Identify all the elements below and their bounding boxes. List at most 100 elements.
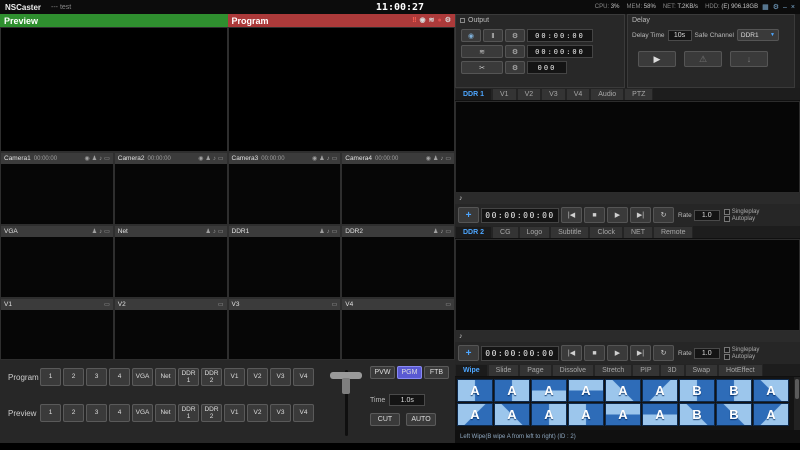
source-tab-v3[interactable]: V3: [541, 88, 566, 100]
preview-bus-button-v4[interactable]: V4: [293, 404, 314, 422]
effect-thumb-15[interactable]: A: [642, 403, 678, 426]
preview-bus-button-vga[interactable]: VGA: [132, 404, 153, 422]
program-bus-button-v3[interactable]: V3: [270, 368, 291, 386]
ftb-button[interactable]: FTB: [424, 366, 449, 379]
preview-bus-button-2[interactable]: 2: [63, 404, 84, 422]
preview-bus-button-4[interactable]: 4: [109, 404, 130, 422]
overlay-tab-remote[interactable]: Remote: [653, 226, 694, 238]
delay-warning-button[interactable]: ⚠: [684, 51, 722, 67]
effect-thumb-9[interactable]: A: [753, 379, 789, 402]
record-button[interactable]: ◉: [461, 29, 481, 42]
singleplay-checkbox[interactable]: Singleplay: [724, 347, 760, 353]
program-bus-button-v1[interactable]: V1: [224, 368, 245, 386]
program-bus-button-vga[interactable]: VGA: [132, 368, 153, 386]
monitor-cell-camera2[interactable]: Camera200:00:00◉♟♪▭: [114, 152, 228, 225]
program-bus-button-4[interactable]: 4: [109, 368, 130, 386]
effect-thumb-3[interactable]: A: [531, 379, 567, 402]
effect-tab-swap[interactable]: Swap: [685, 364, 719, 376]
rate-field[interactable]: 1.0: [694, 348, 720, 359]
signal-icon[interactable]: ◉: [420, 17, 426, 24]
autoplay-checkbox[interactable]: Autoplay: [724, 216, 760, 222]
program-bus-button-3[interactable]: 3: [86, 368, 107, 386]
play-button[interactable]: ▶: [607, 207, 628, 223]
play-button[interactable]: ▶: [607, 345, 628, 361]
program-bus-button-v4[interactable]: V4: [293, 368, 314, 386]
monitor-cell-net[interactable]: Net♟♪▭: [114, 225, 228, 298]
effect-tab-hoteffect[interactable]: HotEffect: [718, 364, 763, 376]
effect-tab-pip[interactable]: PIP: [632, 364, 659, 376]
pause-button[interactable]: Ⅱ: [483, 29, 503, 42]
effect-thumb-17[interactable]: B: [716, 403, 752, 426]
effect-tab-dissolve[interactable]: Dissolve: [552, 364, 594, 376]
effect-thumb-2[interactable]: A: [494, 379, 530, 402]
stream-settings-button[interactable]: ⚙: [505, 45, 525, 58]
effects-scrollbar[interactable]: [794, 377, 800, 430]
rate-field[interactable]: 1.0: [694, 210, 720, 221]
monitor-cell-v1[interactable]: V1▭: [0, 298, 114, 360]
pvw-button[interactable]: PVW: [370, 366, 395, 379]
overlay-tab-net[interactable]: NET: [623, 226, 653, 238]
effect-tab-page[interactable]: Page: [519, 364, 551, 376]
effect-tab-3d[interactable]: 3D: [660, 364, 685, 376]
monitor-cell-v3[interactable]: V3▭: [228, 298, 342, 360]
monitor-cell-camera4[interactable]: Camera400:00:00◉♟♪▭: [341, 152, 455, 225]
delay-down-button[interactable]: ↓: [730, 51, 768, 67]
t-bar[interactable]: [328, 366, 364, 440]
singleplay-checkbox[interactable]: Singleplay: [724, 209, 760, 215]
safe-channel-dropdown[interactable]: DDR1 ▼: [737, 29, 779, 41]
effect-tab-slide[interactable]: Slide: [488, 364, 520, 376]
program-bus-button-1[interactable]: 1: [40, 368, 61, 386]
monitor-cell-v2[interactable]: V2▭: [114, 298, 228, 360]
effect-tab-wipe[interactable]: Wipe: [455, 364, 488, 376]
clip-button[interactable]: ✂: [461, 61, 503, 74]
effect-thumb-5[interactable]: A: [605, 379, 641, 402]
close-icon[interactable]: ×: [791, 4, 795, 11]
monitor-cell-ddr1[interactable]: DDR1♟♪▭: [228, 225, 342, 298]
delay-play-button[interactable]: ▶: [638, 51, 676, 67]
effect-thumb-11[interactable]: A: [494, 403, 530, 426]
source-tab-audio[interactable]: Audio: [590, 88, 624, 100]
record-dot-icon[interactable]: ●: [437, 17, 441, 24]
effect-thumb-18[interactable]: A: [753, 403, 789, 426]
grid-icon[interactable]: ▦: [762, 4, 769, 11]
program-bus-button-2[interactable]: 2: [63, 368, 84, 386]
stream-button[interactable]: ≋: [461, 45, 503, 58]
effect-thumb-4[interactable]: A: [568, 379, 604, 402]
preview-bus-button-v1[interactable]: V1: [224, 404, 245, 422]
loop-button[interactable]: ↻: [653, 345, 674, 361]
transition-time-field[interactable]: 1.0s: [389, 394, 425, 406]
auto-button[interactable]: AUTO: [406, 413, 436, 426]
add-clip-button[interactable]: +: [458, 207, 479, 223]
effect-tab-stretch[interactable]: Stretch: [594, 364, 632, 376]
program-bus-button-ddr-1[interactable]: DDR 1: [178, 368, 199, 386]
settings-icon[interactable]: ⚙: [445, 17, 451, 24]
ddr1-media-list[interactable]: [455, 101, 800, 193]
monitor-cell-v4[interactable]: V4▭: [341, 298, 455, 360]
program-bus-button-v2[interactable]: V2: [247, 368, 268, 386]
stream-icon[interactable]: ≋: [429, 17, 435, 24]
effect-thumb-16[interactable]: B: [679, 403, 715, 426]
skip-start-button[interactable]: |◀: [561, 207, 582, 223]
monitor-cell-camera1[interactable]: Camera100:00:00◉♟♪▭: [0, 152, 114, 225]
preview-bus-button-net[interactable]: Net: [155, 404, 176, 422]
overlay-tab-subtitle[interactable]: Subtitle: [550, 226, 589, 238]
stop-button[interactable]: ■: [584, 345, 605, 361]
gear-icon[interactable]: ⚙: [773, 4, 779, 11]
skip-start-button[interactable]: |◀: [561, 345, 582, 361]
skip-end-button[interactable]: ▶|: [630, 207, 651, 223]
program-bus-button-net[interactable]: Net: [155, 368, 176, 386]
add-clip-button[interactable]: +: [458, 345, 479, 361]
autoplay-checkbox[interactable]: Autoplay: [724, 354, 760, 360]
alert-icon[interactable]: ‼: [412, 17, 416, 24]
source-tab-v1[interactable]: V1: [492, 88, 517, 100]
monitor-cell-camera3[interactable]: Camera300:00:00◉♟♪▭: [228, 152, 342, 225]
preview-bus-button-ddr-1[interactable]: DDR 1: [178, 404, 199, 422]
clip-settings-button[interactable]: ⚙: [505, 61, 525, 74]
scrollbar-thumb[interactable]: [795, 379, 799, 399]
source-tab-v4[interactable]: V4: [566, 88, 591, 100]
effect-thumb-14[interactable]: A: [605, 403, 641, 426]
overlay-tab-ddr-2[interactable]: DDR 2: [455, 226, 492, 238]
effect-thumb-10[interactable]: A: [457, 403, 493, 426]
delay-time-field[interactable]: 10s: [668, 30, 692, 41]
pgm-button[interactable]: PGM: [397, 366, 422, 379]
